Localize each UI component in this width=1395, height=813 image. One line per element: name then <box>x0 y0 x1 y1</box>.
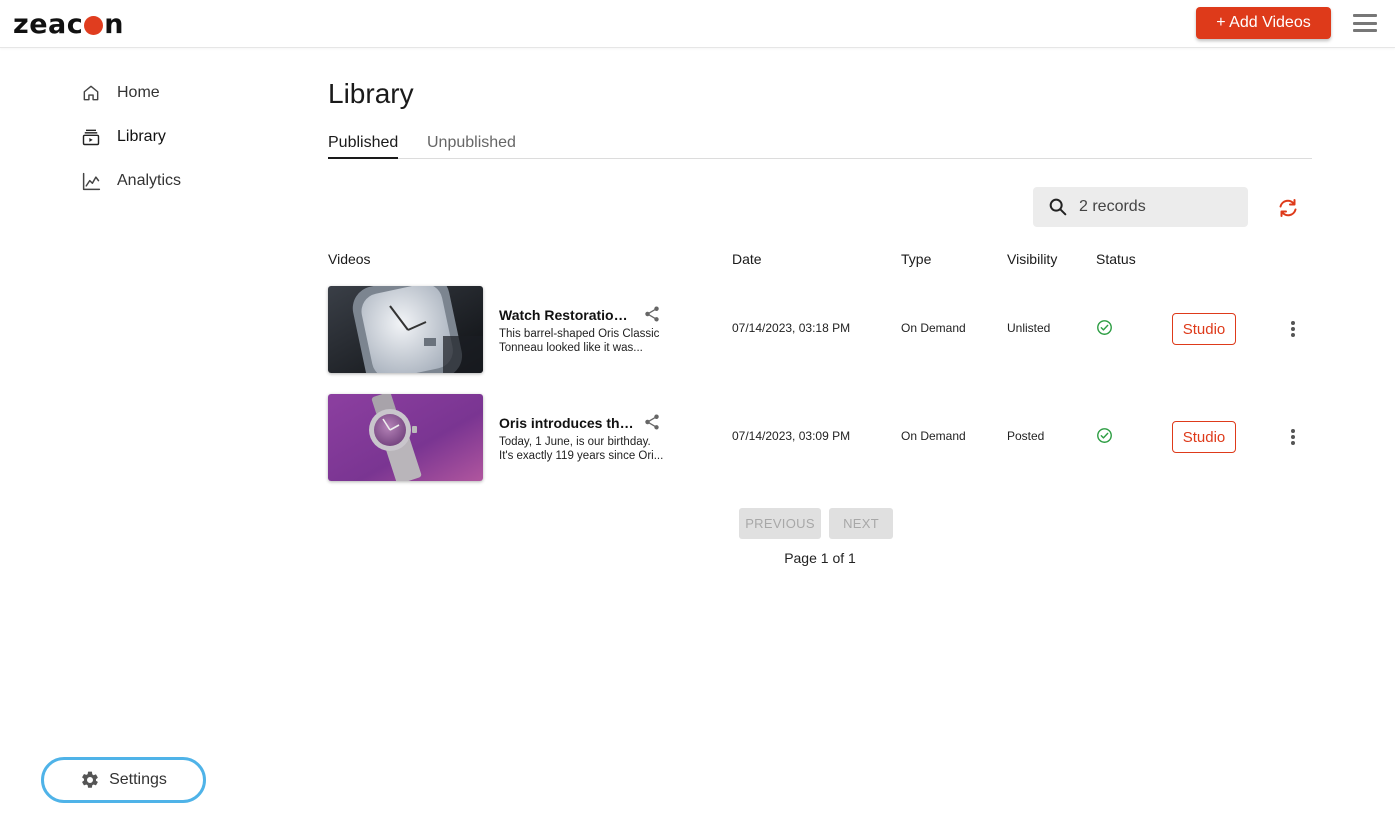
sidebar-item-analytics[interactable]: Analytics <box>80 167 181 195</box>
home-icon <box>80 82 102 104</box>
hamburger-menu-icon[interactable] <box>1353 14 1377 32</box>
table-row: Watch Restoration | ... This barrel-shap… <box>328 286 1312 373</box>
video-thumbnail[interactable] <box>328 286 483 373</box>
settings-button[interactable]: Settings <box>41 757 206 803</box>
video-title[interactable]: Watch Restoration | ... <box>499 307 635 323</box>
more-vertical-icon[interactable] <box>1283 319 1303 339</box>
more-vertical-icon[interactable] <box>1283 427 1303 447</box>
video-thumbnail[interactable] <box>328 394 483 481</box>
video-type: On Demand <box>901 429 966 443</box>
library-icon <box>80 126 102 148</box>
sidebar-item-label: Home <box>117 84 160 101</box>
check-circle-icon <box>1096 319 1113 336</box>
studio-button[interactable]: Studio <box>1172 313 1236 345</box>
previous-button[interactable]: PREVIOUS <box>739 508 821 539</box>
page-title: Library <box>328 78 414 109</box>
column-header-visibility: Visibility <box>1007 251 1058 267</box>
video-title[interactable]: Oris introduces the H... <box>499 415 635 431</box>
tab-bar: Published Unpublished <box>328 134 1312 159</box>
column-header-type: Type <box>901 251 932 267</box>
tab-published[interactable]: Published <box>328 134 399 159</box>
tab-unpublished[interactable]: Unpublished <box>427 134 516 159</box>
table-row: Oris introduces the H... Today, 1 June, … <box>328 394 1312 481</box>
refresh-icon[interactable] <box>1276 196 1300 220</box>
analytics-icon <box>80 170 102 192</box>
video-visibility: Posted <box>1007 429 1045 443</box>
next-button[interactable]: NEXT <box>829 508 893 539</box>
column-header-status: Status <box>1096 251 1136 267</box>
video-description: Today, 1 June, is our birthday. It's exa… <box>499 436 664 462</box>
check-circle-icon <box>1096 427 1113 444</box>
top-bar: zeac n + Add Videos <box>0 0 1395 48</box>
search-input[interactable] <box>1079 198 1229 216</box>
video-description: This barrel-shaped Oris Classic Tonneau … <box>499 328 660 354</box>
share-icon[interactable] <box>643 413 661 431</box>
sidebar-item-label: Analytics <box>117 172 182 189</box>
video-type: On Demand <box>901 321 966 335</box>
column-header-videos: Videos <box>328 251 371 267</box>
add-videos-button[interactable]: + Add Videos <box>1196 7 1331 39</box>
column-header-date: Date <box>732 251 762 267</box>
search-box <box>1033 187 1248 227</box>
sidebar: Home Library Analytics Settings <box>0 48 280 813</box>
studio-button[interactable]: Studio <box>1172 421 1236 453</box>
video-date: 07/14/2023, 03:18 PM <box>732 321 851 335</box>
page-info: Page 1 of 1 <box>784 550 856 566</box>
search-icon <box>1047 196 1069 218</box>
sidebar-item-home[interactable]: Home <box>80 79 160 107</box>
share-icon[interactable] <box>643 305 661 323</box>
gear-icon <box>80 770 100 790</box>
video-date: 07/14/2023, 03:09 PM <box>732 429 851 443</box>
settings-label: Settings <box>109 771 167 788</box>
video-visibility: Unlisted <box>1007 321 1051 335</box>
logo[interactable]: zeac n <box>13 8 124 40</box>
sidebar-item-library[interactable]: Library <box>80 123 166 151</box>
sidebar-item-label: Library <box>117 128 166 145</box>
